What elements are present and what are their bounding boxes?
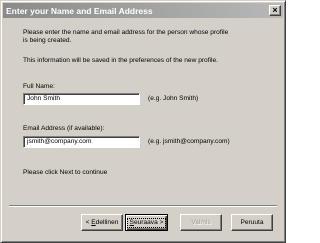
email-label: Email Address (if available):	[23, 125, 105, 132]
next-button-label: Seuraava >	[126, 217, 167, 228]
close-button[interactable]: ×	[269, 5, 281, 16]
cancel-button-label: Peruuta	[240, 219, 264, 226]
intro-text-line2: is being created.	[23, 37, 72, 44]
cancel-button[interactable]: Peruuta	[231, 214, 273, 231]
window-title: Enter your Name and Email Address	[6, 5, 153, 16]
email-hint: (e.g. jsmith@company.com)	[148, 138, 230, 145]
finish-button-label: Valmis	[191, 219, 211, 226]
back-button-label: < Edellinen	[85, 219, 119, 226]
back-button[interactable]: < Edellinen	[81, 214, 123, 231]
finish-button[interactable]: Valmis	[180, 214, 222, 231]
full-name-input[interactable]: John Smith	[23, 93, 140, 105]
full-name-hint: (e.g. John Smith)	[148, 95, 199, 102]
full-name-label: Full Name:	[23, 83, 55, 90]
intro-text-line1: Please enter the name and email address …	[23, 29, 229, 36]
continue-note: Please click Next to continue	[23, 169, 108, 176]
button-divider	[9, 205, 277, 207]
title-bar[interactable]: Enter your Name and Email Address ×	[3, 3, 283, 18]
next-button[interactable]: Seuraava >	[125, 214, 168, 231]
close-icon: ×	[272, 5, 278, 15]
info-text: This information will be saved in the pr…	[23, 57, 218, 64]
email-input[interactable]: jsmith@company.com	[23, 136, 140, 148]
wizard-dialog: Enter your Name and Email Address × Plea…	[0, 0, 286, 243]
